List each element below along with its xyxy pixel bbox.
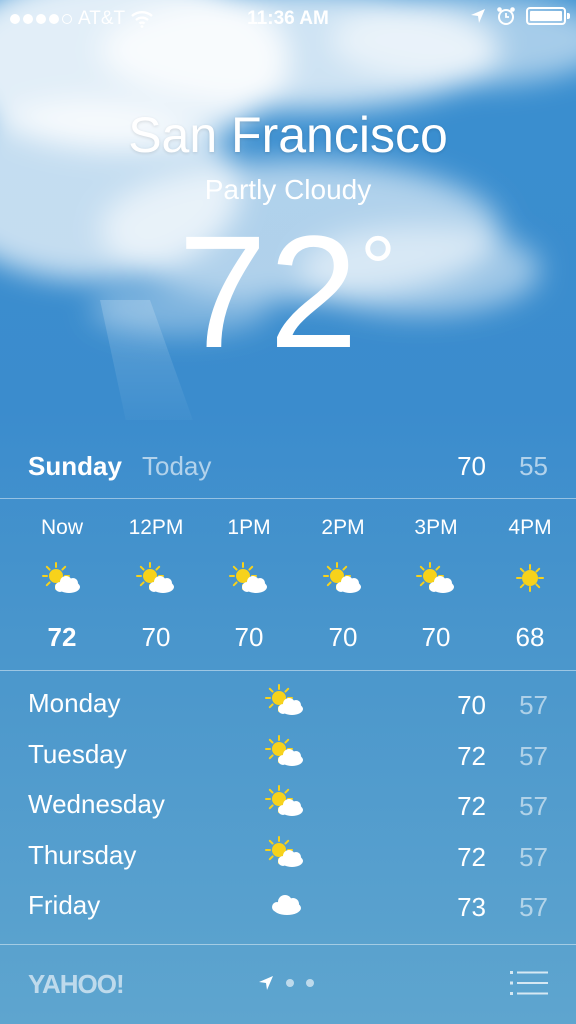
- day-name: Wednesday: [28, 789, 165, 819]
- day-high: 73: [457, 892, 486, 922]
- footer-bar: YAHOO!: [0, 945, 576, 1024]
- hour-time: 12PM: [128, 516, 184, 539]
- list-item: Friday 73 57: [0, 882, 576, 933]
- day-name: Tuesday: [28, 738, 127, 769]
- location-arrow-icon: [259, 976, 273, 990]
- page-dot: [286, 979, 294, 987]
- hour-time: 2PM: [321, 516, 365, 539]
- day-high: 72: [457, 791, 486, 821]
- hour-temp: 70: [141, 622, 171, 652]
- alarm-icon: [497, 7, 515, 25]
- daily-forecast[interactable]: Monday 70 57 Tuesday 72 57 Wednesday 72 …: [0, 680, 576, 933]
- partly-cloudy-icon: [264, 834, 306, 870]
- status-right: [470, 6, 570, 26]
- battery-icon: [526, 7, 570, 25]
- day-high: 72: [457, 841, 486, 872]
- day-name: Thursday: [28, 839, 137, 870]
- current-temperature-value: 72: [178, 202, 360, 381]
- list-item: Wednesday 72 57: [0, 781, 576, 832]
- current-temperature: 72°: [0, 200, 576, 384]
- day-low: 57: [519, 841, 548, 872]
- cloud-icon: [272, 895, 301, 915]
- hour-temp: 68: [515, 622, 545, 652]
- partly-cloudy-icon: [42, 560, 82, 596]
- partly-cloudy-icon: [264, 783, 306, 819]
- list-item: Monday 70 57: [0, 680, 576, 731]
- day-name: Monday: [28, 688, 121, 718]
- hour-temp: 70: [421, 622, 451, 652]
- list-item: Tuesday 72 57: [0, 731, 576, 782]
- partly-cloudy-icon: [136, 560, 176, 596]
- hour-temp: 72: [47, 622, 77, 652]
- today-summary: Sunday Today 70 55: [0, 448, 576, 488]
- hour-time: 4PM: [508, 516, 552, 539]
- location-arrow-icon: [471, 9, 485, 23]
- hour-temp: 70: [234, 622, 264, 652]
- hourly-forecast[interactable]: Now 72 12PM 70 1PM 70 2PM 70 3PM 70 4PM …: [0, 500, 576, 670]
- today-high: 70: [457, 451, 486, 481]
- day-high: 70: [457, 690, 486, 720]
- sun-icon: [510, 560, 550, 596]
- city-name: San Francisco: [128, 107, 448, 163]
- list-menu-icon[interactable]: [510, 969, 548, 997]
- day-low: 57: [519, 740, 548, 771]
- partly-cloudy-icon: [264, 733, 306, 769]
- hour-time: 3PM: [414, 516, 458, 539]
- partly-cloudy-icon: [323, 560, 363, 596]
- day-low: 57: [519, 892, 548, 922]
- partly-cloudy-icon: [229, 560, 269, 596]
- partly-cloudy-icon: [264, 682, 306, 718]
- page-dot: [306, 979, 314, 987]
- divider: [0, 498, 576, 499]
- day-low: 57: [519, 791, 548, 821]
- hour-temp: 70: [328, 622, 358, 652]
- partly-cloudy-icon: [416, 560, 456, 596]
- day-low: 57: [519, 690, 548, 720]
- divider: [0, 670, 576, 671]
- day-name: Friday: [28, 890, 101, 920]
- yahoo-logo[interactable]: YAHOO!: [28, 969, 125, 1000]
- hour-time: Now: [40, 516, 83, 539]
- list-item: Thursday 72 57: [0, 832, 576, 883]
- degree-symbol: °: [359, 219, 398, 319]
- hour-time: 1PM: [227, 516, 271, 539]
- page-indicator[interactable]: [258, 975, 314, 991]
- status-bar: AT&T 11:36 AM: [0, 0, 576, 40]
- day-high: 72: [457, 740, 486, 771]
- today-label: Today: [142, 451, 212, 481]
- today-day-name: Sunday: [28, 451, 122, 481]
- today-low: 55: [519, 451, 548, 481]
